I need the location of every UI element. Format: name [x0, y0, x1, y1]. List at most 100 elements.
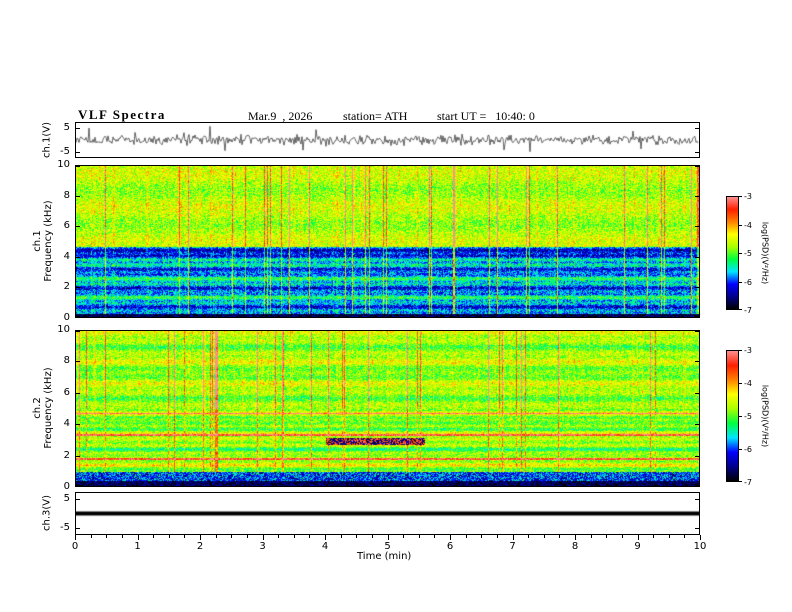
time-axis-label: Time (min)	[357, 551, 412, 562]
panel-ch1-waveform	[75, 122, 700, 158]
x-minor-tick-mark	[559, 535, 561, 538]
x-tick-mark	[75, 535, 76, 540]
x-tick-mark	[137, 535, 139, 540]
x-minor-tick-mark	[434, 535, 436, 538]
x-tick-label: 10	[693, 541, 707, 552]
y-tick-mark	[76, 424, 80, 426]
x-minor-tick-mark	[246, 535, 248, 538]
y-tick-label: 4	[63, 250, 70, 262]
x-minor-tick-mark	[231, 535, 233, 538]
y-tick-label: 6	[63, 386, 70, 398]
y-tick-mark	[695, 287, 699, 289]
y-tick-mark	[76, 331, 80, 332]
x-minor-tick-mark	[653, 535, 655, 538]
ch1-frequency-label: Frequency (kHz)	[43, 200, 54, 282]
x-minor-tick-mark	[621, 535, 623, 538]
y-tick-mark	[695, 455, 699, 457]
x-minor-tick-mark	[356, 535, 358, 538]
y-tick-mark	[76, 528, 80, 530]
colorbar-tick-mark	[739, 449, 742, 450]
y-tick-label: 4	[63, 418, 70, 430]
x-minor-tick-mark	[606, 535, 608, 538]
x-minor-tick-mark	[168, 535, 170, 538]
colorbar-tick-mark	[739, 309, 742, 310]
y-tick-mark	[76, 256, 80, 258]
x-minor-tick-mark	[668, 535, 670, 538]
x-tick-mark	[325, 535, 326, 540]
y-tick-mark	[76, 226, 80, 228]
x-minor-tick-mark	[278, 535, 280, 538]
y-tick-mark	[695, 485, 699, 486]
x-tick-label: 5	[384, 541, 391, 552]
ch1-waveform-canvas	[76, 123, 699, 157]
figure-title: VLF Spectra	[78, 107, 166, 122]
colorbar-tick-label: -6	[744, 445, 752, 454]
colorbar-tick-mark	[739, 383, 742, 384]
x-tick-mark	[700, 535, 701, 540]
ch1-channel-label: ch.1	[32, 230, 43, 252]
colorbar-tick-mark	[739, 253, 742, 254]
y-tick-label: 0	[63, 312, 70, 323]
y-tick-label: 10	[57, 159, 70, 170]
y-tick-mark	[695, 226, 699, 228]
y-tick-mark	[695, 152, 699, 154]
x-tick-mark	[512, 535, 514, 540]
x-minor-tick-mark	[184, 535, 186, 538]
ch2-frequency-label: Frequency (kHz)	[43, 367, 54, 449]
colorbar-tick-label: -7	[744, 478, 752, 487]
y-tick-mark	[695, 316, 699, 317]
y-tick-mark	[76, 455, 80, 457]
x-minor-tick-mark	[293, 535, 295, 538]
vlf-spectra-figure: VLF Spectra Mar.9 , 2026 station= ATH st…	[0, 0, 792, 612]
x-minor-tick-mark	[121, 535, 123, 538]
y-tick-mark	[695, 195, 699, 197]
ch2-spectrogram-canvas	[76, 331, 699, 486]
y-tick-mark	[695, 498, 699, 500]
x-minor-tick-mark	[90, 535, 92, 538]
panel-ch3-waveform	[75, 492, 700, 535]
y-tick-label: 5	[63, 121, 70, 133]
ch2-channel-label: ch.2	[32, 397, 43, 419]
colorbar-tick-mark	[739, 224, 742, 226]
y-tick-label: -5	[60, 146, 70, 158]
y-tick-mark	[695, 256, 699, 258]
x-minor-tick-mark	[496, 535, 498, 538]
x-tick-mark	[637, 535, 639, 540]
x-tick-label: 3	[259, 541, 266, 552]
colorbar-tick-label: -6	[744, 277, 752, 287]
x-minor-tick-mark	[590, 535, 592, 538]
y-tick-label: 10	[57, 324, 70, 335]
x-tick-label: 7	[509, 541, 516, 552]
y-tick-mark	[695, 528, 699, 530]
y-tick-label: 6	[63, 220, 70, 232]
y-tick-label: -5	[60, 522, 70, 534]
y-tick-mark	[695, 331, 699, 332]
y-tick-mark	[76, 166, 80, 167]
x-minor-tick-mark	[340, 535, 342, 538]
y-tick-mark	[695, 166, 699, 167]
panel-ch1-spectrogram	[75, 165, 700, 318]
y-tick-mark	[76, 485, 80, 486]
colorbar-tick-mark	[739, 350, 742, 351]
x-tick-mark	[200, 535, 201, 540]
x-minor-tick-mark	[106, 535, 108, 538]
colorbar-ch1	[726, 196, 739, 310]
colorbar-tick-label: -3	[744, 192, 752, 201]
colorbar-tick-mark	[739, 196, 742, 197]
x-tick-label: 1	[134, 541, 141, 552]
x-tick-label: 8	[571, 541, 579, 552]
y-tick-mark	[76, 316, 80, 317]
x-minor-tick-mark	[418, 535, 420, 538]
colorbar-tick-label: -7	[744, 306, 752, 315]
y-tick-mark	[695, 361, 699, 363]
x-tick-label: 0	[71, 541, 79, 552]
x-tick-label: 4	[321, 541, 329, 552]
colorbar-tick-label: -5	[744, 249, 752, 258]
y-tick-label: 0	[63, 481, 70, 492]
x-tick-mark	[575, 535, 576, 540]
ch1-spectrogram-canvas	[76, 166, 699, 317]
x-tick-label: 9	[634, 541, 641, 552]
x-tick-label: 2	[196, 541, 204, 552]
x-tick-label: 6	[446, 541, 454, 552]
y-tick-mark	[76, 361, 80, 363]
